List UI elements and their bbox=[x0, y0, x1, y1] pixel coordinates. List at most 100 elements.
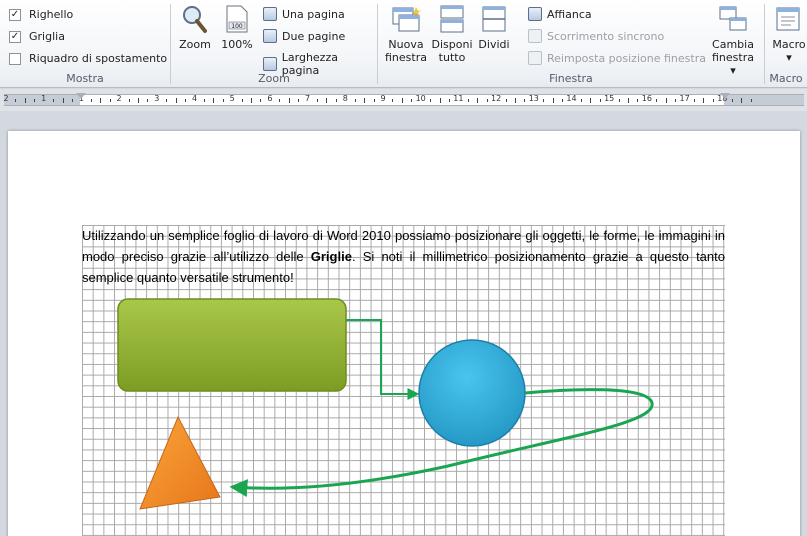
nuova-finestra-label-2: finestra bbox=[385, 51, 427, 64]
due-pagine-button[interactable]: Due pagine bbox=[263, 29, 345, 43]
nuova-finestra-label-1: Nuova bbox=[388, 38, 424, 51]
checkbox-righello[interactable]: ✓ Righello bbox=[9, 8, 73, 21]
affianca-button[interactable]: Affianca bbox=[528, 7, 592, 21]
ruler-number: 2 bbox=[116, 94, 122, 103]
zoom-100-label: 100% bbox=[221, 38, 253, 51]
ruler-number: 12 bbox=[491, 94, 502, 103]
disponi-tutto-button[interactable]: Disponi tutto bbox=[430, 4, 474, 64]
una-pagina-button[interactable]: Una pagina bbox=[263, 7, 345, 21]
ruler-tick bbox=[251, 98, 253, 103]
ruler-tick bbox=[203, 99, 205, 102]
ruler-tick bbox=[15, 99, 17, 102]
blue-circle-shape[interactable] bbox=[418, 339, 526, 447]
scorrimento-label: Scorrimento sincrono bbox=[547, 29, 665, 43]
ruler-tick bbox=[354, 99, 356, 102]
green-rectangle-shape[interactable] bbox=[117, 298, 347, 392]
ruler-tick bbox=[401, 98, 403, 103]
ruler-tick bbox=[109, 99, 111, 102]
ruler-number: 8 bbox=[342, 94, 348, 103]
ribbon: ✓ Righello ✓ Griglia Riquadro di spostam… bbox=[0, 0, 807, 88]
ruler-tick bbox=[335, 99, 337, 102]
checkbox-riquadro[interactable]: Riquadro di spostamento bbox=[9, 52, 167, 65]
ruler-tick bbox=[580, 99, 582, 102]
macro-button[interactable]: Macro ▾ bbox=[769, 4, 807, 64]
ruler-tick bbox=[411, 99, 413, 102]
checkbox-righello-label: Righello bbox=[29, 8, 74, 21]
ruler-number: 11 bbox=[453, 94, 464, 103]
ruler-tick bbox=[552, 98, 554, 103]
ruler-tick bbox=[628, 98, 630, 103]
due-pagine-label: Due pagine bbox=[282, 29, 346, 43]
ruler-tick bbox=[326, 98, 328, 103]
ruler-number: 5 bbox=[229, 94, 235, 103]
ruler-number: 15 bbox=[604, 94, 615, 103]
ruler-tick bbox=[675, 99, 677, 102]
ruler-tick bbox=[665, 98, 667, 103]
reimposta-label: Reimposta posizione finestra bbox=[547, 51, 706, 65]
ruler-tick bbox=[53, 99, 55, 102]
right-indent-marker[interactable] bbox=[720, 93, 730, 99]
macro-button-label-1: Macro bbox=[772, 38, 806, 51]
ruler-tick bbox=[373, 99, 375, 102]
ruler-tick bbox=[477, 98, 479, 103]
macro-icon bbox=[776, 7, 800, 31]
first-line-indent-marker[interactable] bbox=[76, 93, 86, 99]
document-area[interactable]: Utilizzando un semplice foglio di lavoro… bbox=[0, 111, 807, 536]
cambia-finestra-button[interactable]: Cambia finestra ▾ bbox=[708, 4, 758, 77]
ruler-tick bbox=[637, 99, 639, 102]
ruler-number: 7 bbox=[305, 94, 311, 103]
checkbox-griglia[interactable]: ✓ Griglia bbox=[9, 30, 65, 43]
horizontal-ruler[interactable]: 2 1 1 2 3 4 5 6 7 8 9 10 11 12 13 14 15 16 17 18 bbox=[0, 89, 807, 111]
checkbox-griglia-box[interactable]: ✓ bbox=[9, 30, 21, 43]
ruler-tick bbox=[467, 99, 469, 102]
ruler-number: 9 bbox=[380, 94, 386, 103]
ruler-tick bbox=[317, 99, 319, 102]
ruler-tick bbox=[24, 98, 26, 103]
checkbox-riquadro-box[interactable] bbox=[9, 52, 21, 65]
ruler-tick bbox=[185, 99, 187, 102]
magnifier-icon bbox=[183, 6, 207, 33]
zoom-100-button[interactable]: 100 100% bbox=[219, 4, 255, 51]
ruler-tick bbox=[618, 99, 620, 102]
ruler-number: 1 bbox=[41, 94, 47, 103]
ruler-number: 13 bbox=[528, 94, 539, 103]
ruler-tick bbox=[741, 98, 743, 103]
elbow-connector-arrow[interactable] bbox=[346, 319, 420, 400]
ruler-tick bbox=[128, 99, 130, 102]
ruler-number: 16 bbox=[641, 94, 652, 103]
shapes-layer bbox=[117, 298, 654, 510]
zoom-button[interactable]: Zoom bbox=[177, 4, 213, 51]
dividi-button[interactable]: Dividi bbox=[476, 4, 512, 51]
orange-triangle-shape[interactable] bbox=[139, 415, 221, 510]
page-100-icon: 100 bbox=[226, 5, 248, 33]
group-macro: Macro ▾ Macro bbox=[765, 0, 807, 88]
disponi-tutto-label-2: tutto bbox=[438, 51, 466, 64]
ruler-tick bbox=[137, 98, 139, 103]
ruler-tick bbox=[590, 98, 592, 103]
ruler-tick bbox=[175, 98, 177, 103]
reimposta-posizione-button[interactable]: Reimposta posizione finestra bbox=[528, 51, 706, 65]
checkbox-griglia-label: Griglia bbox=[29, 30, 65, 43]
ruler-tick bbox=[288, 98, 290, 103]
ruler-tick bbox=[505, 99, 507, 102]
scorrimento-sincrono-button[interactable]: Scorrimento sincrono bbox=[528, 29, 664, 43]
ruler-number: 3 bbox=[154, 94, 160, 103]
one-page-icon bbox=[263, 7, 277, 21]
checkbox-righello-box[interactable]: ✓ bbox=[9, 8, 21, 21]
ruler-tick bbox=[100, 98, 102, 103]
ruler-tick bbox=[599, 99, 601, 102]
affianca-label: Affianca bbox=[547, 7, 592, 21]
document-page[interactable]: Utilizzando un semplice foglio di lavoro… bbox=[8, 131, 800, 536]
checkbox-riquadro-label: Riquadro di spostamento bbox=[29, 52, 168, 65]
sync-scroll-icon bbox=[528, 29, 542, 43]
side-by-side-icon bbox=[528, 7, 542, 21]
macro-button-label-2: ▾ bbox=[786, 51, 792, 64]
nuova-finestra-button[interactable]: Nuova finestra bbox=[384, 4, 428, 64]
group-label-finestra: Finestra bbox=[549, 72, 593, 85]
zoom-button-label: Zoom bbox=[179, 38, 211, 51]
ruler-tick bbox=[514, 98, 516, 103]
ruler-tick bbox=[694, 99, 696, 102]
page-100-icon-text: 100 bbox=[231, 23, 243, 30]
group-mostra: ✓ Righello ✓ Griglia Riquadro di spostam… bbox=[0, 0, 170, 88]
switch-window-icon bbox=[719, 6, 747, 31]
